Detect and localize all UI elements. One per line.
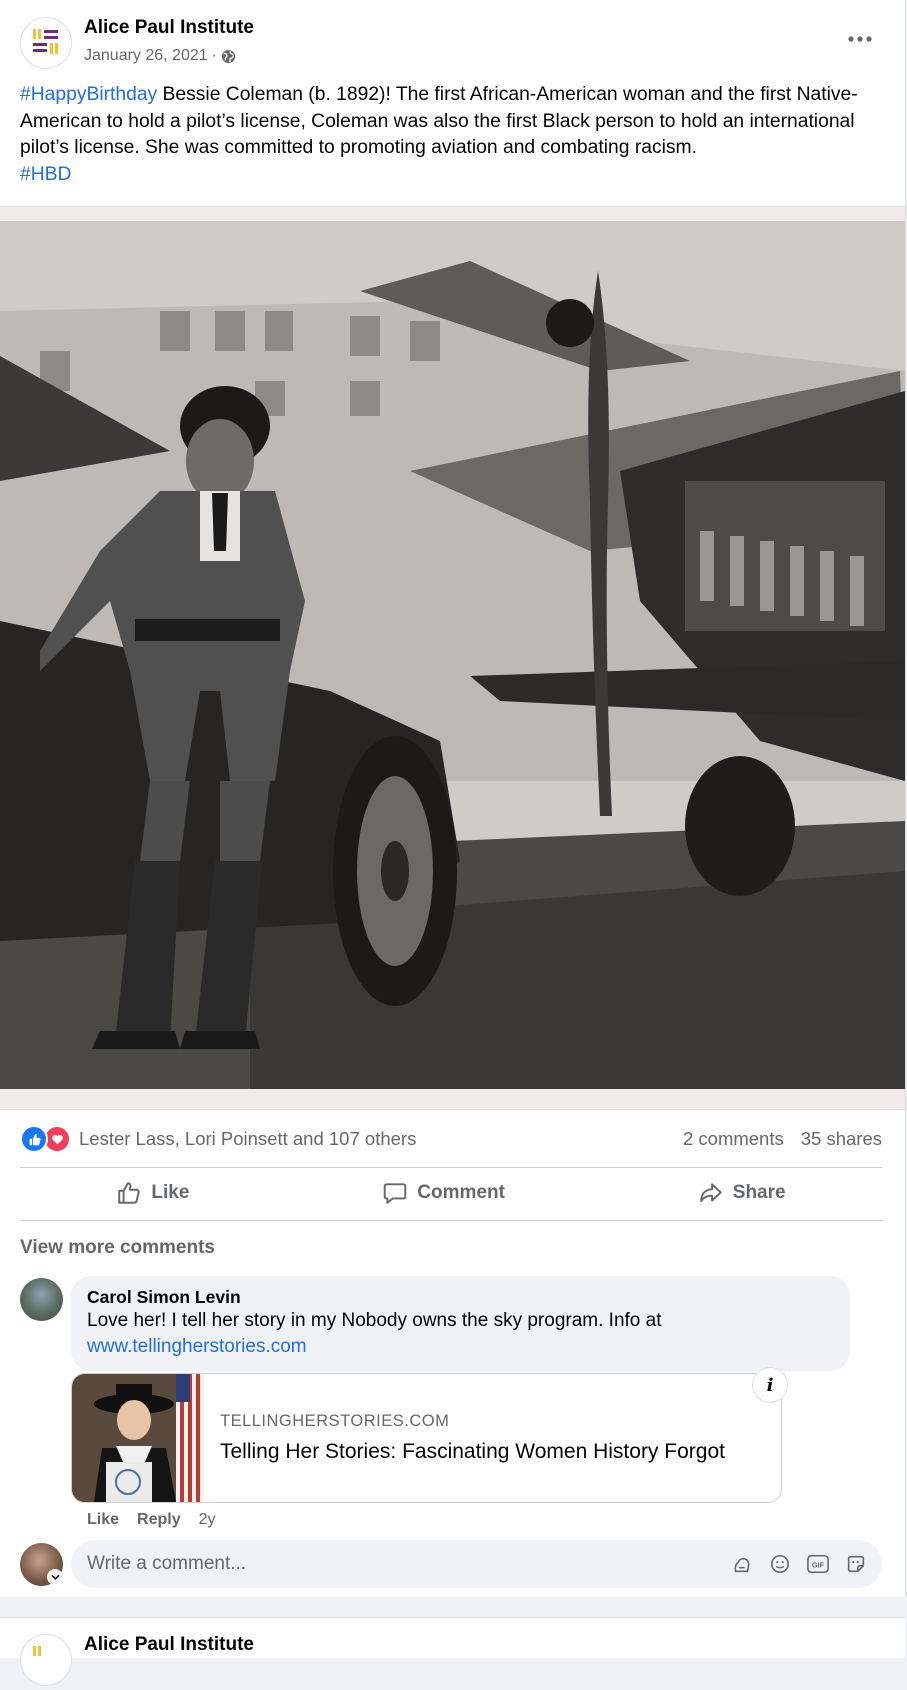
- comment-body: Love her! I tell her story in my Nobody …: [87, 1310, 662, 1331]
- post-photo-container: [0, 206, 905, 1110]
- next-post-card: Alice Paul Institute: [0, 1617, 905, 1686]
- link-preview-thumbnail: [72, 1374, 204, 1502]
- next-post-author-name[interactable]: Alice Paul Institute: [84, 1634, 254, 1656]
- composer-tools: GIF: [730, 1552, 868, 1576]
- post-action-bar: Like Comment Share: [20, 1168, 882, 1218]
- post-card: Alice Paul Institute January 26, 2021 · …: [0, 0, 906, 1597]
- comment-reply-button[interactable]: Reply: [137, 1511, 181, 1529]
- post-photo[interactable]: [0, 221, 905, 1089]
- chevron-down-icon[interactable]: [47, 1569, 63, 1585]
- share-button[interactable]: Share: [674, 1172, 810, 1214]
- emoji-icon[interactable]: [768, 1552, 792, 1576]
- post-body: #HappyBirthday Bessie Coleman (b. 1892)!…: [20, 82, 890, 188]
- link-preview-domain: TELLINGHERSTORIES.COM: [220, 1412, 450, 1430]
- globe-icon: [221, 49, 236, 63]
- link-preview-card[interactable]: TELLINGHERSTORIES.COM Telling Her Storie…: [71, 1373, 782, 1503]
- comment-like-button[interactable]: Like: [87, 1511, 119, 1529]
- comments-count[interactable]: 2 comments: [683, 1128, 784, 1150]
- institute-logo-icon: [33, 29, 58, 54]
- page-avatar[interactable]: [20, 17, 72, 69]
- like-label: Like: [151, 1182, 190, 1203]
- info-icon[interactable]: i: [752, 1367, 788, 1403]
- post-date[interactable]: January 26, 2021: [84, 47, 208, 65]
- comment-timestamp[interactable]: 2y: [199, 1511, 216, 1529]
- post-meta: January 26, 2021 ·: [84, 47, 236, 65]
- view-more-comments-link[interactable]: View more comments: [20, 1237, 215, 1259]
- hashtag-hbd[interactable]: #HBD: [20, 164, 71, 185]
- thumbnail-illustration: [72, 1374, 204, 1502]
- comment-link[interactable]: www.tellingherstories.com: [87, 1336, 307, 1357]
- photo-illustration: [0, 221, 905, 1089]
- comment-input[interactable]: [87, 1553, 730, 1575]
- comment-label: Comment: [417, 1182, 505, 1203]
- divider: [20, 1220, 882, 1221]
- institute-logo-icon: [33, 1646, 41, 1656]
- like-reaction-icon: [20, 1125, 48, 1153]
- shares-count[interactable]: 35 shares: [801, 1128, 882, 1150]
- gif-icon[interactable]: GIF: [806, 1552, 830, 1576]
- next-post-avatar[interactable]: [20, 1634, 72, 1686]
- hashtag-happybirthday[interactable]: #HappyBirthday: [20, 84, 157, 105]
- share-arrow-icon: [700, 1183, 722, 1203]
- comment-text: Love her! I tell her story in my Nobody …: [87, 1308, 834, 1360]
- more-dots-icon: [848, 36, 872, 42]
- post-author-name[interactable]: Alice Paul Institute: [84, 17, 254, 39]
- link-preview-title: Telling Her Stories: Fascinating Women H…: [220, 1440, 725, 1463]
- more-options-button[interactable]: [844, 26, 876, 52]
- comment-bubble: Carol Simon Levin Love her! I tell her s…: [71, 1276, 850, 1371]
- like-button[interactable]: Like: [92, 1172, 213, 1214]
- comment-bubble-icon: [384, 1183, 407, 1204]
- comment-author[interactable]: Carol Simon Levin: [87, 1286, 834, 1308]
- comment-actions: Like Reply 2y: [87, 1511, 216, 1529]
- svg-text:GIF: GIF: [812, 1561, 825, 1570]
- comment-button[interactable]: Comment: [358, 1172, 529, 1214]
- commenter-avatar[interactable]: [20, 1278, 63, 1321]
- reactions-summary: Lester Lass, Lori Poinsett and 107 other…: [20, 1122, 882, 1156]
- reaction-names[interactable]: Lester Lass, Lori Poinsett and 107 other…: [79, 1128, 416, 1150]
- thumbs-up-icon: [118, 1182, 141, 1204]
- avatar-sticker-icon[interactable]: [730, 1552, 754, 1576]
- comment-composer: GIF: [71, 1540, 882, 1588]
- sticker-icon[interactable]: [844, 1552, 868, 1576]
- share-label: Share: [732, 1182, 786, 1203]
- reaction-icons[interactable]: [20, 1125, 71, 1153]
- meta-separator: ·: [211, 47, 217, 64]
